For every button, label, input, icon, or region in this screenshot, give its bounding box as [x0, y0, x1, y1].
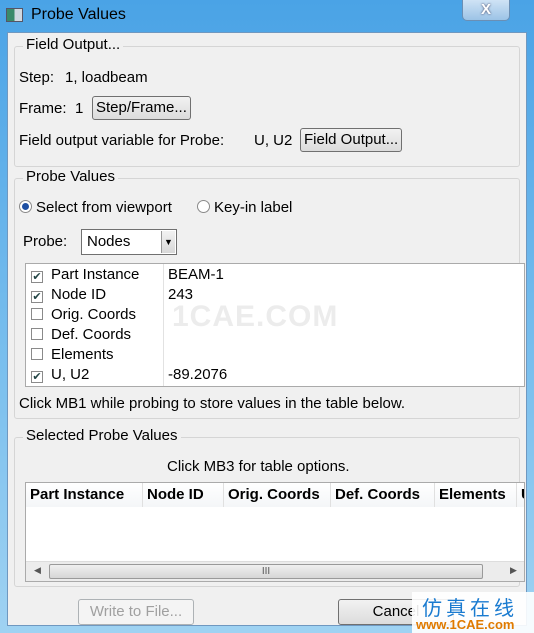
field-output-button[interactable]: Field Output... [300, 128, 403, 152]
probe-item-label: Elements [51, 346, 114, 363]
probe-values-window: Probe Values X Field Output... Step: 1, … [0, 0, 534, 633]
field-variable-label: Field output variable for Probe: [19, 132, 225, 149]
field-output-group: Field Output... Step: 1, loadbeam Frame:… [14, 36, 520, 167]
scroll-right-icon[interactable]: ▶ [510, 565, 517, 576]
scroll-left-icon[interactable]: ◀ [34, 565, 41, 576]
step-frame-button[interactable]: Step/Frame... [92, 96, 191, 120]
selected-group-label: Selected Probe Values [23, 427, 181, 444]
field-output-group-label: Field Output... [23, 36, 124, 53]
logo-url: www.1CAE.com [416, 617, 515, 632]
close-icon: X [480, 1, 491, 18]
probe-item-label: Orig. Coords [51, 306, 137, 323]
chevron-down-icon: ▼ [161, 231, 175, 253]
probe-item-value: -89.2076 [168, 366, 228, 383]
column-header[interactable]: Def. Coords [331, 483, 435, 507]
probe-values-group: Probe Values Select from viewport Key-in… [14, 168, 525, 419]
probe-item-value: BEAM-1 [168, 266, 224, 283]
probe-type-value: Nodes [87, 233, 131, 250]
radio-unchecked-icon [197, 200, 210, 213]
probe-item-row: ✔ Part Instance BEAM-1 [31, 266, 521, 286]
probe-item-row: ✔ U, U2 -89.2076 [31, 366, 521, 386]
field-variable-value: U, U2 [254, 132, 293, 149]
probe-item-row: Elements [31, 346, 521, 366]
column-header[interactable]: Part Instance [26, 483, 143, 507]
radio-label: Select from viewport [36, 199, 172, 216]
probe-item-label: Node ID [51, 286, 107, 303]
probe-item-label: U, U2 [51, 366, 90, 383]
checkbox-unchecked[interactable] [31, 308, 43, 320]
radio-checked-icon [19, 200, 32, 213]
column-header[interactable]: U [517, 483, 524, 507]
probe-label: Probe: [23, 233, 68, 250]
checkbox-checked[interactable]: ✔ [31, 291, 43, 303]
probe-values-group-label: Probe Values [23, 168, 118, 185]
probe-hint: Click MB1 while probing to store values … [19, 395, 406, 412]
column-header[interactable]: Node ID [143, 483, 224, 507]
checkbox-checked[interactable]: ✔ [31, 271, 43, 283]
selected-values-table[interactable]: Part Instance Node ID Orig. Coords Def. Coo… [25, 482, 525, 582]
probe-item-label: Part Instance [51, 266, 140, 283]
watermark-logo: 仿真在线 www.1CAE.com [412, 592, 534, 633]
horizontal-scrollbar[interactable]: ◀ III ▶ [26, 561, 524, 581]
window-title: Probe Values [31, 6, 126, 23]
column-header[interactable]: Elements [435, 483, 517, 507]
checkbox-unchecked[interactable] [31, 348, 43, 360]
title-bar: Probe Values X [0, 0, 534, 32]
app-icon [6, 8, 23, 22]
radio-label: Key-in label [214, 199, 293, 216]
step-label: Step: [19, 69, 55, 86]
step-value: 1, loadbeam [65, 69, 148, 86]
probe-type-select[interactable]: Nodes ▼ [81, 229, 177, 255]
frame-value: 1 [75, 100, 84, 117]
write-to-file-button[interactable]: Write to File... [78, 599, 194, 625]
radio-select-from-viewport[interactable]: Select from viewport [19, 199, 172, 216]
checkbox-checked[interactable]: ✔ [31, 371, 43, 383]
close-button[interactable]: X [462, 0, 510, 21]
selected-probe-values-group: Selected Probe Values Click MB3 for tabl… [14, 427, 525, 587]
checkbox-unchecked[interactable] [31, 328, 43, 340]
table-hint: Click MB3 for table options. [167, 458, 350, 475]
column-header[interactable]: Orig. Coords [224, 483, 331, 507]
radio-key-in-label[interactable]: Key-in label [197, 199, 292, 216]
frame-label: Frame: [19, 100, 67, 117]
probe-item-label: Def. Coords [51, 326, 132, 343]
scrollbar-thumb[interactable]: III [49, 564, 483, 579]
watermark: 1CAE.COM [172, 300, 339, 333]
